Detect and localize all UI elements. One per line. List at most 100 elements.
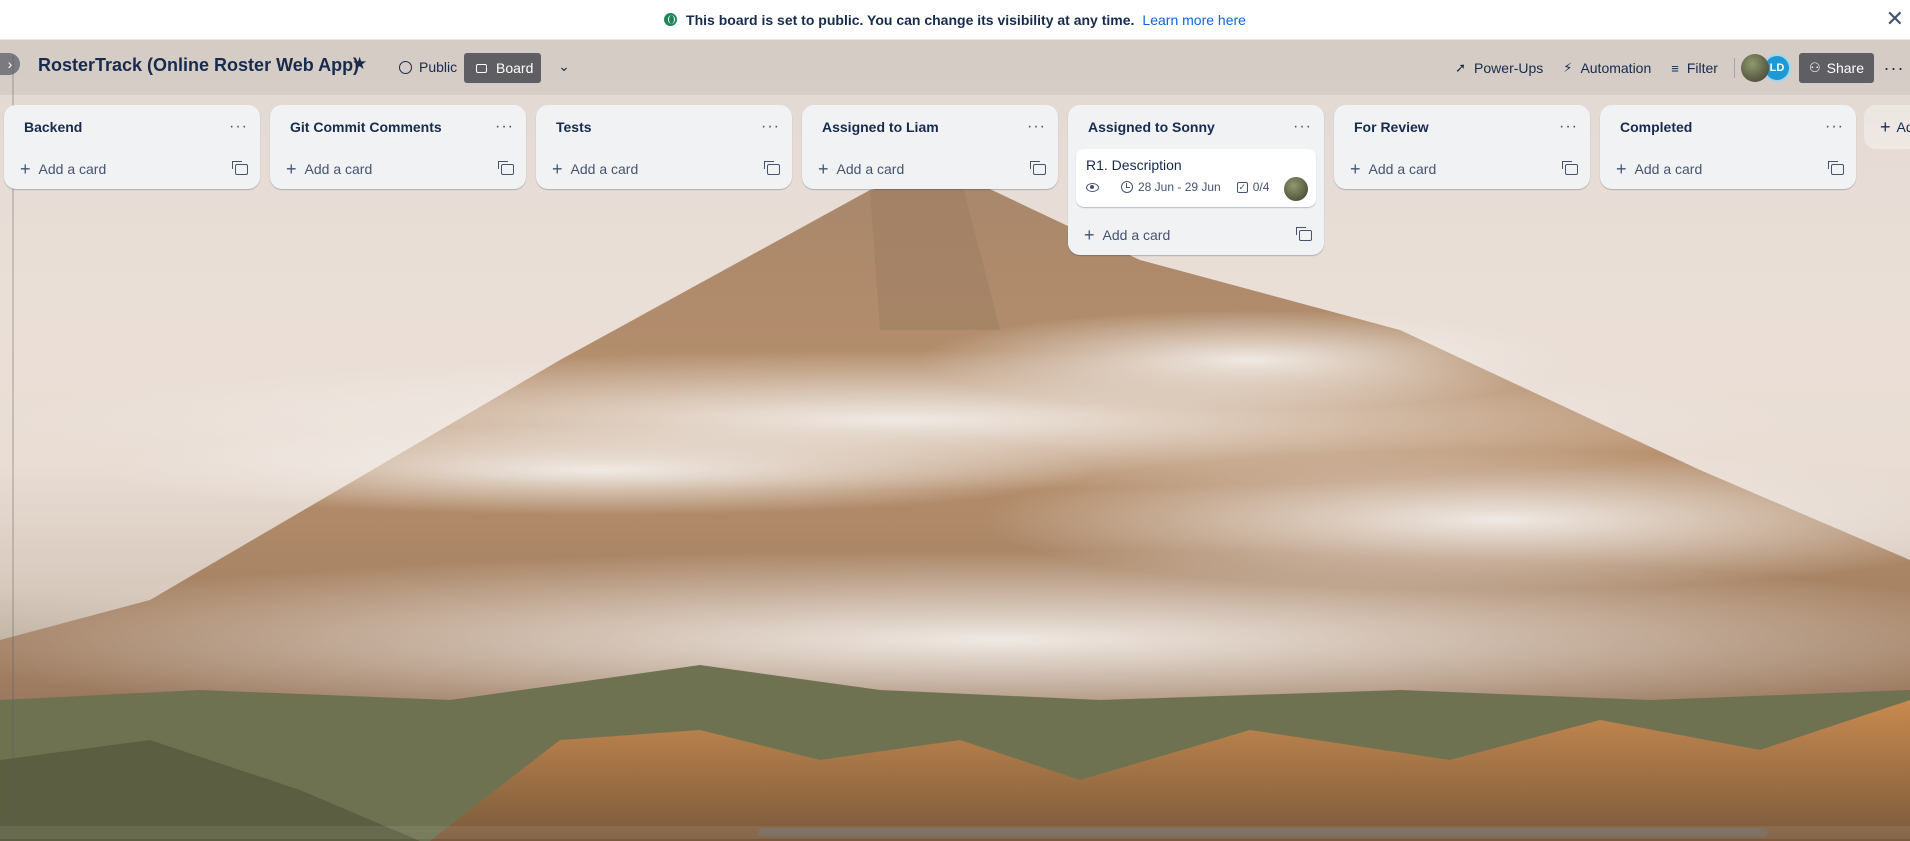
add-card-button[interactable]: Add a card xyxy=(305,161,501,177)
list-menu-icon[interactable]: ··· xyxy=(1825,118,1844,136)
list-menu-icon[interactable]: ··· xyxy=(761,118,780,136)
chevron-down-icon[interactable]: ⌄ xyxy=(552,54,576,78)
list-header[interactable]: Completed ··· xyxy=(1600,105,1856,149)
filter-button[interactable]: ≡ Filter xyxy=(1661,53,1728,83)
list-title[interactable]: Tests xyxy=(556,119,761,135)
board-view-icon xyxy=(476,63,487,73)
clock-icon xyxy=(1121,181,1133,193)
due-date-text: 28 Jun - 29 Jun xyxy=(1138,180,1221,194)
add-card-row: + Add a card xyxy=(1068,215,1324,255)
list-header[interactable]: Assigned to Liam ··· xyxy=(802,105,1058,149)
plus-icon: + xyxy=(1880,116,1891,137)
card-title: R1. Description xyxy=(1086,157,1182,173)
public-visibility-banner: This board is set to public. You can cha… xyxy=(0,0,1910,40)
card-template-icon[interactable] xyxy=(498,160,514,175)
list-assigned-to-liam: Assigned to Liam ··· + Add a card xyxy=(802,105,1058,189)
list-menu-icon[interactable]: ··· xyxy=(495,118,514,136)
plus-icon: + xyxy=(1084,225,1095,245)
star-icon[interactable]: ★ xyxy=(352,54,367,74)
member-avatar-photo[interactable] xyxy=(1740,54,1769,82)
list-title[interactable]: Assigned to Liam xyxy=(822,119,1027,135)
add-card-row: + Add a card xyxy=(1334,149,1590,189)
list-title[interactable]: Backend xyxy=(24,119,229,135)
expand-sidebar-button[interactable]: › xyxy=(0,53,20,75)
more-icon[interactable]: ··· xyxy=(1878,53,1910,83)
eye-icon xyxy=(1086,182,1099,192)
header-actions: ➚ Power-Ups ⚡ Automation ≡ Filter LD ⚇ S… xyxy=(1445,53,1910,83)
plus-icon: + xyxy=(818,159,829,179)
globe-icon xyxy=(664,13,678,26)
add-list-label: Ad xyxy=(1896,119,1910,135)
automation-label: Automation xyxy=(1580,60,1652,76)
card-template-icon[interactable] xyxy=(1562,160,1578,175)
list-header[interactable]: Assigned to Sonny ··· xyxy=(1068,105,1324,149)
visibility-button[interactable]: Public xyxy=(391,53,465,81)
add-card-button[interactable]: Add a card xyxy=(1103,227,1299,243)
list-tests: Tests ··· + Add a card xyxy=(536,105,792,189)
filter-icon: ≡ xyxy=(1671,60,1679,76)
horizontal-scrollbar[interactable] xyxy=(758,828,1768,837)
filter-label: Filter xyxy=(1686,60,1718,76)
list-menu-icon[interactable]: ··· xyxy=(1559,118,1578,136)
list-header[interactable]: Git Commit Comments ··· xyxy=(270,105,526,149)
card-r1-description[interactable]: R1. Description 28 Jun - 29 Jun ✓ 0/4 xyxy=(1076,149,1316,207)
add-card-button[interactable]: Add a card xyxy=(571,161,767,177)
card-template-icon[interactable] xyxy=(764,160,780,175)
due-date-badge[interactable]: 28 Jun - 29 Jun xyxy=(1121,180,1221,194)
list-title[interactable]: Completed xyxy=(1620,119,1825,135)
card-template-icon[interactable] xyxy=(1296,226,1312,241)
list-header[interactable]: Tests ··· xyxy=(536,105,792,149)
share-label: Share xyxy=(1826,60,1864,76)
board-view-button[interactable]: Board xyxy=(464,53,541,83)
card-member-avatar[interactable] xyxy=(1284,177,1308,201)
add-card-row: + Add a card xyxy=(536,149,792,189)
plus-icon: + xyxy=(1616,159,1627,179)
add-card-row: + Add a card xyxy=(802,149,1058,189)
add-card-button[interactable]: Add a card xyxy=(39,161,235,177)
close-icon[interactable]: ✕ xyxy=(1886,8,1904,30)
plus-icon: + xyxy=(1350,159,1361,179)
card-template-icon[interactable] xyxy=(1030,160,1046,175)
globe-icon xyxy=(399,60,412,74)
plus-icon: + xyxy=(20,159,31,179)
checklist-badge: ✓ 0/4 xyxy=(1236,180,1270,194)
add-card-row: + Add a card xyxy=(1600,149,1856,189)
divider xyxy=(1733,58,1735,78)
list-menu-icon[interactable]: ··· xyxy=(1027,118,1046,136)
add-card-button[interactable]: Add a card xyxy=(1369,161,1565,177)
list-git-commit-comments: Git Commit Comments ··· + Add a card xyxy=(270,105,526,189)
plus-icon: + xyxy=(552,159,563,179)
list-for-review: For Review ··· + Add a card xyxy=(1334,105,1590,189)
add-card-button[interactable]: Add a card xyxy=(837,161,1033,177)
visibility-label: Public xyxy=(419,59,458,75)
rocket-icon: ➚ xyxy=(1455,60,1467,75)
add-list-button[interactable]: + Ad xyxy=(1864,105,1910,149)
board-header: › RosterTrack (Online Roster Web App) ★ … xyxy=(0,40,1910,95)
list-title[interactable]: Assigned to Sonny xyxy=(1088,119,1293,135)
powerups-label: Power-Ups xyxy=(1474,60,1544,76)
automation-button[interactable]: ⚡ Automation xyxy=(1553,53,1661,83)
list-title[interactable]: For Review xyxy=(1354,119,1559,135)
add-card-button[interactable]: Add a card xyxy=(1635,161,1831,177)
list-title[interactable]: Git Commit Comments xyxy=(290,119,495,135)
list-backend: Backend ··· + Add a card xyxy=(4,105,260,189)
list-header[interactable]: For Review ··· xyxy=(1334,105,1590,149)
card-template-icon[interactable] xyxy=(1828,160,1844,175)
add-card-row: + Add a card xyxy=(270,149,526,189)
share-button[interactable]: ⚇ Share xyxy=(1798,53,1874,83)
checklist-icon: ✓ xyxy=(1236,181,1248,193)
list-header[interactable]: Backend ··· xyxy=(4,105,260,149)
powerups-button[interactable]: ➚ Power-Ups xyxy=(1445,53,1553,83)
banner-message: This board is set to public. You can cha… xyxy=(686,11,1135,28)
list-menu-icon[interactable]: ··· xyxy=(229,118,248,136)
board-title[interactable]: RosterTrack (Online Roster Web App) xyxy=(38,55,359,76)
lightning-icon: ⚡ xyxy=(1563,60,1573,75)
learn-more-link[interactable]: Learn more here xyxy=(1142,12,1246,28)
list-menu-icon[interactable]: ··· xyxy=(1293,118,1312,136)
checklist-count: 0/4 xyxy=(1252,180,1270,194)
plus-icon: + xyxy=(286,159,297,179)
card-badges: 28 Jun - 29 Jun ✓ 0/4 xyxy=(1086,180,1308,194)
list-assigned-to-sonny: Assigned to Sonny ··· R1. Description 28… xyxy=(1068,105,1324,255)
card-template-icon[interactable] xyxy=(232,160,248,175)
add-card-row: + Add a card xyxy=(4,149,260,189)
